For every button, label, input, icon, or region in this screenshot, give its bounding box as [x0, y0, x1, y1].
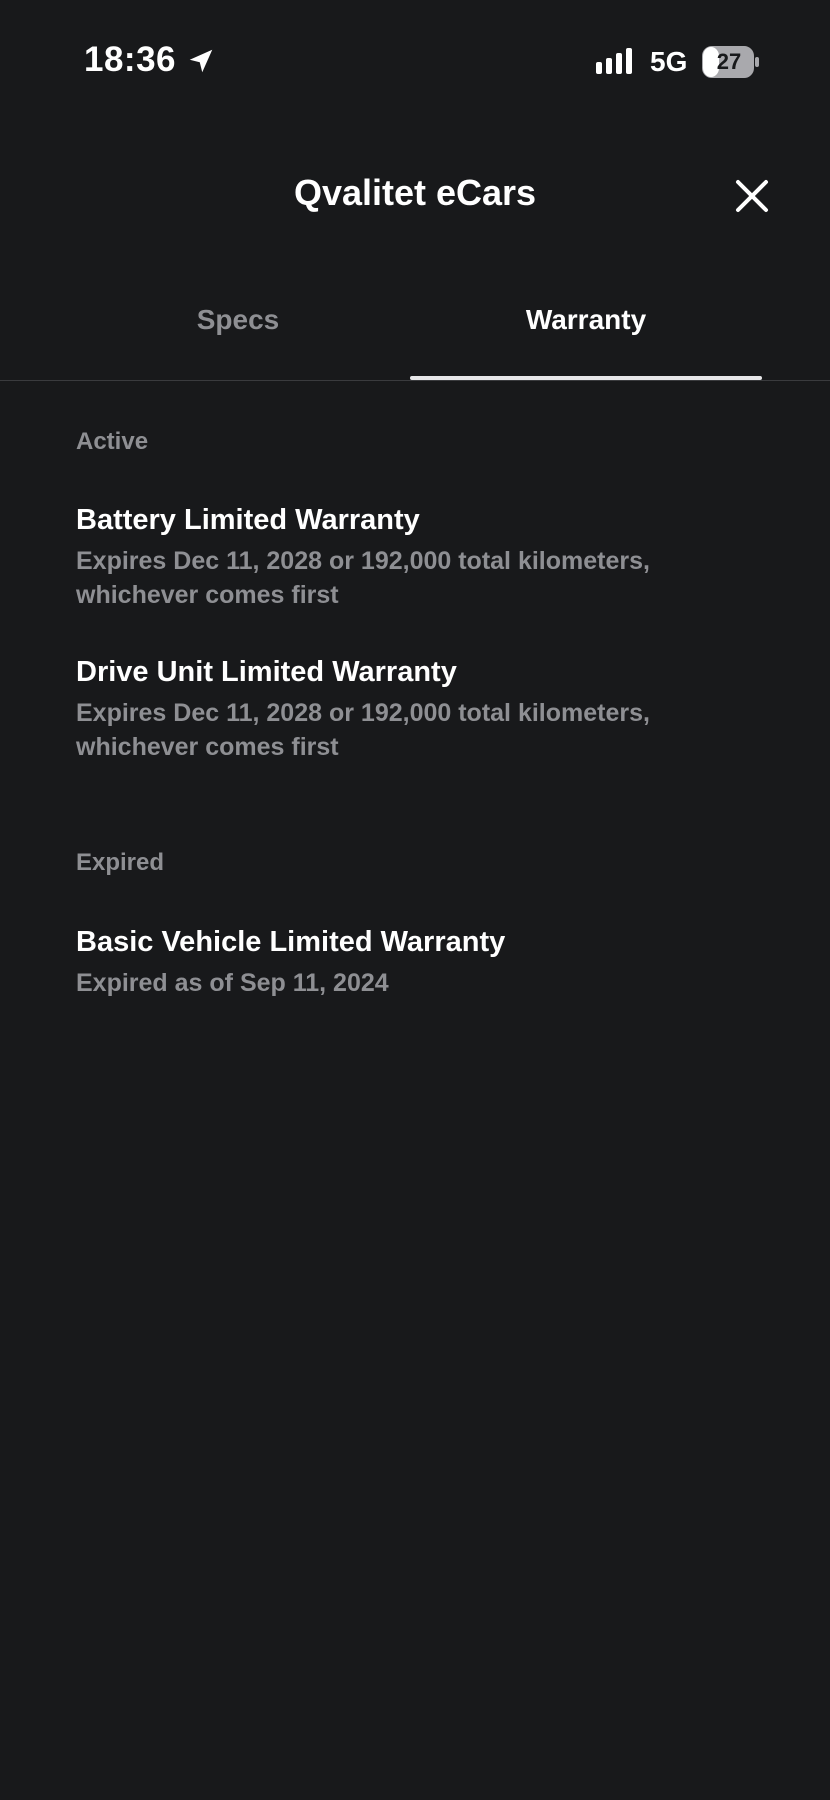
warranty-detail: Expires Dec 11, 2028 or 192,000 total ki… — [76, 547, 650, 609]
cellular-signal-icon — [596, 48, 632, 74]
warranty-detail: Expired as of Sep 11, 2024 — [76, 969, 389, 997]
close-button[interactable] — [728, 172, 776, 220]
tab-specs[interactable]: Specs — [88, 304, 388, 336]
tab-bar: Specs Warranty — [0, 280, 830, 381]
page-title: Qvalitet eCars — [293, 172, 537, 213]
location-arrow-icon — [189, 49, 213, 73]
section-label-active: Active — [76, 428, 149, 455]
tab-warranty[interactable]: Warranty — [410, 304, 762, 336]
warranty-item-drive-unit[interactable]: Drive Unit Limited Warranty Expires Dec … — [76, 652, 776, 764]
warranty-item-battery[interactable]: Battery Limited Warranty Expires Dec 11,… — [76, 500, 776, 612]
warranty-item-basic-vehicle[interactable]: Basic Vehicle Limited Warranty Expired a… — [76, 922, 776, 1000]
close-icon — [736, 180, 768, 212]
status-time: 18:36 — [84, 40, 177, 79]
section-label-expired: Expired — [76, 849, 165, 876]
battery-level: 27 — [716, 49, 742, 74]
warranty-title: Basic Vehicle Limited Warranty — [76, 926, 506, 958]
status-bar: 18:36 5G 27 — [0, 0, 830, 110]
network-type: 5G — [650, 46, 688, 77]
warranty-title: Battery Limited Warranty — [76, 504, 420, 536]
warranty-detail: Expires Dec 11, 2028 or 192,000 total ki… — [76, 699, 650, 761]
warranty-title: Drive Unit Limited Warranty — [76, 656, 457, 688]
tab-selected-indicator — [410, 376, 762, 380]
